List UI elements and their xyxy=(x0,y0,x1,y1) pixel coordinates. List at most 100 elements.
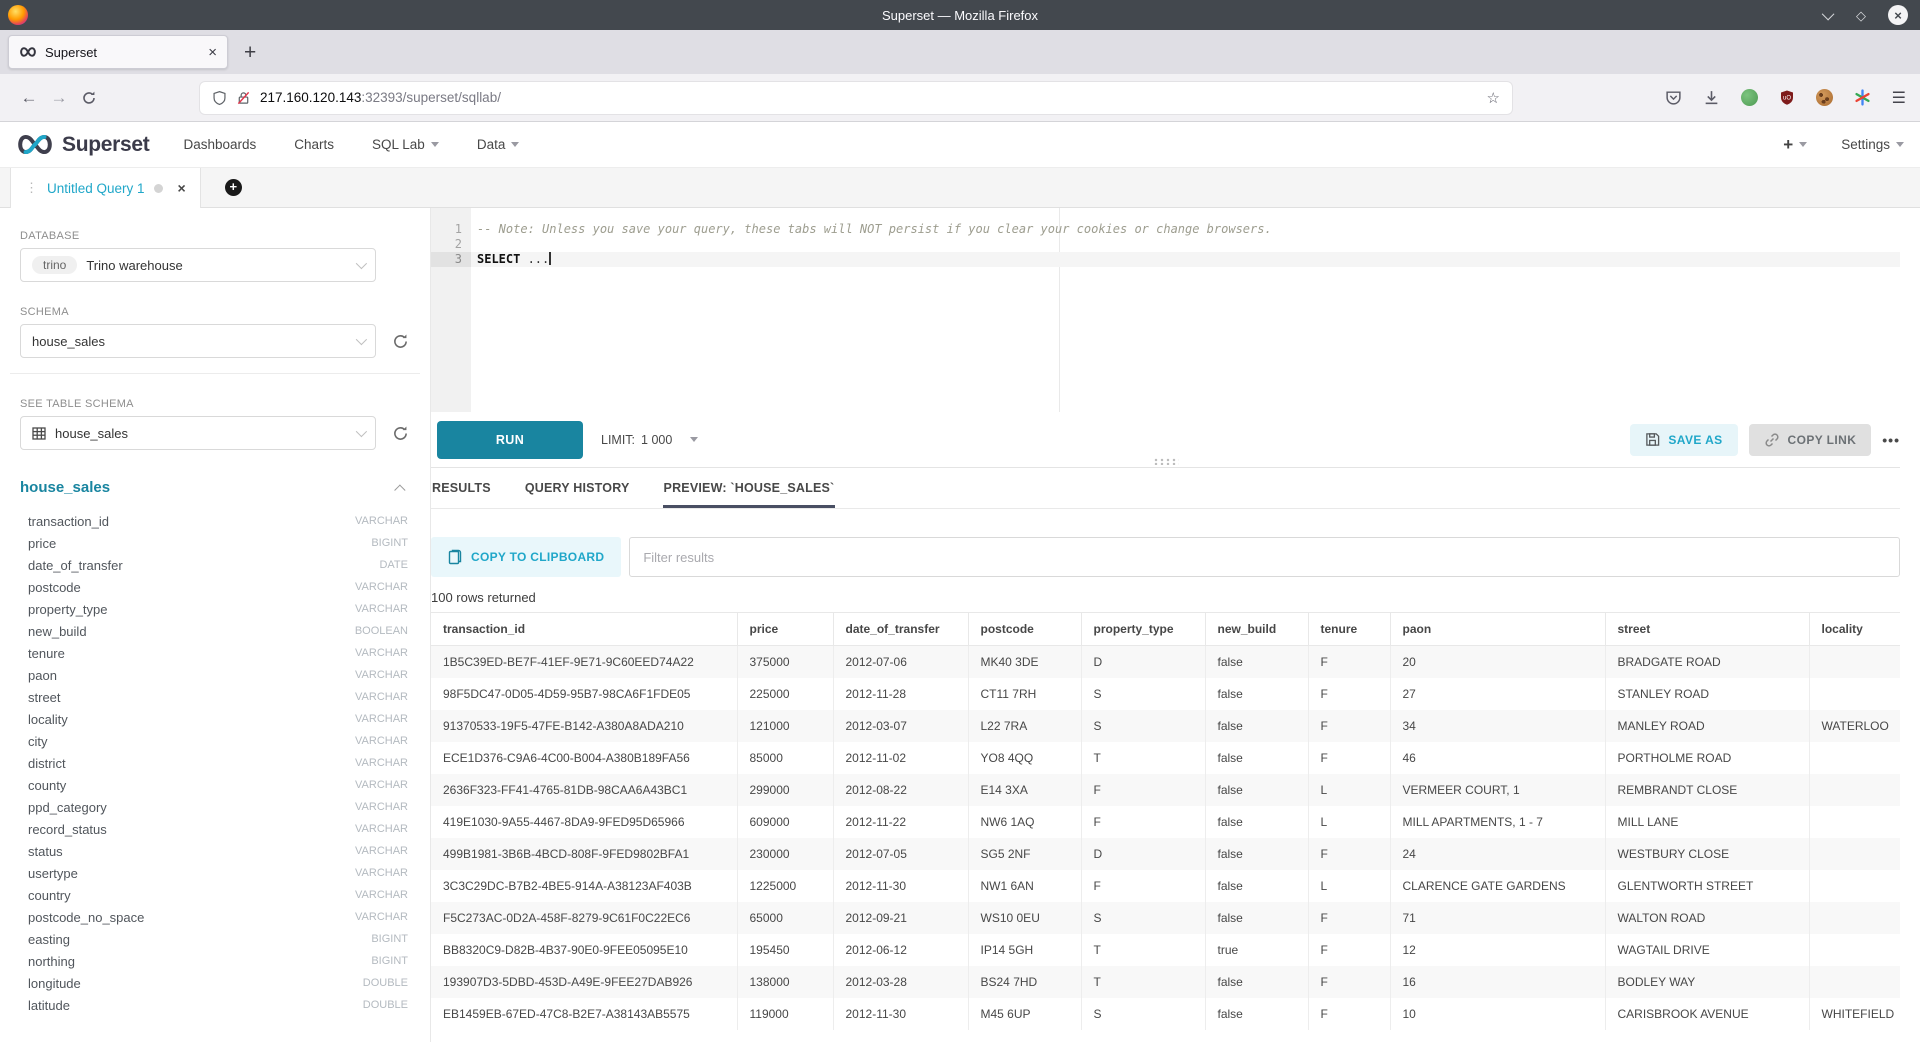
cell-date-of-transfer: 2012-06-12 xyxy=(833,934,968,966)
drag-handle-icon[interactable]: ⋮ xyxy=(25,180,38,196)
bookmark-star-icon[interactable]: ☆ xyxy=(1487,89,1500,107)
url-text: 217.160.120.143:32393/superset/sqllab/ xyxy=(260,90,1478,105)
new-tab-button[interactable]: + xyxy=(244,42,256,63)
cell-paon: 34 xyxy=(1390,710,1605,742)
cell-transaction-id: 419E1030-9A55-4467-8DA9-9FED95D65966 xyxy=(431,806,737,838)
table-schema-header[interactable]: house_sales xyxy=(20,479,410,496)
results-tab-query-history[interactable]: QUERY HISTORY xyxy=(524,468,631,508)
editor-line-2[interactable] xyxy=(471,237,1900,252)
query-tab-untitled-1[interactable]: ⋮ Untitled Query 1 × xyxy=(10,168,201,208)
add-menu[interactable]: + xyxy=(1783,135,1807,155)
column-name: price xyxy=(28,536,56,551)
collapse-chevron-icon[interactable] xyxy=(394,484,405,495)
chevron-down-icon xyxy=(431,142,439,147)
cell-paon: MILL APARTMENTS, 1 - 7 xyxy=(1390,806,1605,838)
cell-tenure: F xyxy=(1308,934,1390,966)
column-header-tenure[interactable]: tenure xyxy=(1308,613,1390,646)
column-header-locality[interactable]: locality xyxy=(1809,613,1900,646)
results-tab-preview-house-sales[interactable]: PREVIEW: `HOUSE_SALES` xyxy=(663,468,836,508)
forward-icon[interactable]: → xyxy=(44,88,74,108)
editor-line-3[interactable]: SELECT ... xyxy=(471,252,1900,267)
cell-new-build: false xyxy=(1205,998,1308,1030)
cell-tenure: F xyxy=(1308,742,1390,774)
nav-item-data[interactable]: Data xyxy=(477,137,520,152)
copy-to-clipboard-button[interactable]: COPY TO CLIPBOARD xyxy=(431,537,621,577)
download-icon[interactable] xyxy=(1703,89,1720,106)
nav-item-charts[interactable]: Charts xyxy=(294,137,334,152)
query-tab-close-icon[interactable]: × xyxy=(178,180,186,196)
limit-dropdown[interactable]: LIMIT: 1 000 xyxy=(601,433,698,447)
column-name: postcode xyxy=(28,580,81,595)
cell-date-of-transfer: 2012-11-30 xyxy=(833,998,968,1030)
filter-results-input[interactable] xyxy=(629,537,1900,577)
superset-brand[interactable]: Superset xyxy=(16,133,149,157)
cell-date-of-transfer: 2012-11-22 xyxy=(833,806,968,838)
insecure-lock-icon[interactable] xyxy=(236,90,251,106)
table-row-11: 193907D3-5DBD-453D-A49E-9FEE27DAB9261380… xyxy=(431,966,1900,998)
cell-tenure: F xyxy=(1308,710,1390,742)
column-name: latitude xyxy=(28,998,70,1013)
nav-item-dashboards[interactable]: Dashboards xyxy=(183,137,256,152)
database-select[interactable]: trino Trino warehouse xyxy=(20,248,376,282)
back-icon[interactable]: ← xyxy=(14,88,44,108)
column-header-new-build[interactable]: new_build xyxy=(1205,613,1308,646)
column-header-paon[interactable]: paon xyxy=(1390,613,1605,646)
browser-tab-superset[interactable]: Superset × xyxy=(8,35,228,69)
ublock-shield-icon[interactable]: uO xyxy=(1779,89,1795,106)
save-as-button[interactable]: SAVE AS xyxy=(1630,424,1737,456)
column-type: DOUBLE xyxy=(363,999,408,1011)
column-header-date-of-transfer[interactable]: date_of_transfer xyxy=(833,613,968,646)
editor-code-area[interactable]: -- Note: Unless you save your query, the… xyxy=(471,208,1900,412)
extension-asterisk-icon[interactable] xyxy=(1854,89,1871,106)
schema-select[interactable]: house_sales xyxy=(20,324,376,358)
cell-property-type: T xyxy=(1081,742,1205,774)
menu-hamburger-icon[interactable]: ☰ xyxy=(1892,88,1906,108)
nav-item-label: Data xyxy=(477,137,506,152)
results-tab-results[interactable]: RESULTS xyxy=(431,468,492,508)
window-close-icon[interactable]: × xyxy=(1888,5,1908,25)
cell-price: 230000 xyxy=(737,838,833,870)
reload-icon[interactable] xyxy=(74,90,104,106)
copy-to-clipboard-label: COPY TO CLIPBOARD xyxy=(471,550,604,564)
cookie-extension-icon[interactable] xyxy=(1816,89,1833,106)
run-button[interactable]: RUN xyxy=(437,421,583,459)
copy-link-button[interactable]: COPY LINK xyxy=(1749,424,1872,456)
column-header-street[interactable]: street xyxy=(1605,613,1809,646)
column-type: VARCHAR xyxy=(355,845,408,857)
cell-transaction-id: 3C3C29DC-B7B2-4BE5-914A-A38123AF403B xyxy=(431,870,737,902)
save-as-label: SAVE AS xyxy=(1668,433,1722,447)
column-header-postcode[interactable]: postcode xyxy=(968,613,1081,646)
table-select[interactable]: house_sales xyxy=(20,416,376,450)
more-options-button[interactable]: ••• xyxy=(1882,432,1900,448)
limit-label: LIMIT: xyxy=(601,433,635,447)
column-header-transaction-id[interactable]: transaction_id xyxy=(431,613,737,646)
nav-item-sql-lab[interactable]: SQL Lab xyxy=(372,137,439,152)
add-query-tab-button[interactable]: + xyxy=(225,179,242,196)
superset-favicon-icon xyxy=(19,47,37,57)
cell-price: 65000 xyxy=(737,902,833,934)
pane-drag-handle[interactable] xyxy=(1153,458,1179,465)
cell-date-of-transfer: 2012-08-22 xyxy=(833,774,968,806)
table-icon xyxy=(32,427,46,440)
url-bar[interactable]: 217.160.120.143:32393/superset/sqllab/ ☆ xyxy=(200,82,1512,114)
sql-editor[interactable]: 123 -- Note: Unless you save your query,… xyxy=(431,208,1900,412)
refresh-schema-icon[interactable] xyxy=(392,333,409,350)
cell-street: GLENTWORTH STREET xyxy=(1605,870,1809,902)
extension-green-icon[interactable] xyxy=(1741,89,1758,106)
column-type: VARCHAR xyxy=(355,801,408,813)
tab-close-icon[interactable]: × xyxy=(208,44,217,61)
refresh-table-icon[interactable] xyxy=(392,425,409,442)
editor-line-1[interactable]: -- Note: Unless you save your query, the… xyxy=(471,222,1900,237)
chevron-down-icon xyxy=(690,437,698,442)
settings-menu[interactable]: Settings xyxy=(1841,137,1904,152)
shield-icon[interactable] xyxy=(212,90,227,106)
window-maximize-icon[interactable]: ◇ xyxy=(1856,9,1866,22)
table-row-6: 419E1030-9A55-4467-8DA9-9FED95D659666090… xyxy=(431,806,1900,838)
column-header-price[interactable]: price xyxy=(737,613,833,646)
cell-postcode: BS24 7HD xyxy=(968,966,1081,998)
row-count-text: 100 rows returned xyxy=(431,590,1900,605)
pocket-icon[interactable] xyxy=(1665,89,1682,106)
schema-column-row-longitude: longitudeDOUBLE xyxy=(20,972,410,994)
column-name: locality xyxy=(28,712,68,727)
column-header-property-type[interactable]: property_type xyxy=(1081,613,1205,646)
